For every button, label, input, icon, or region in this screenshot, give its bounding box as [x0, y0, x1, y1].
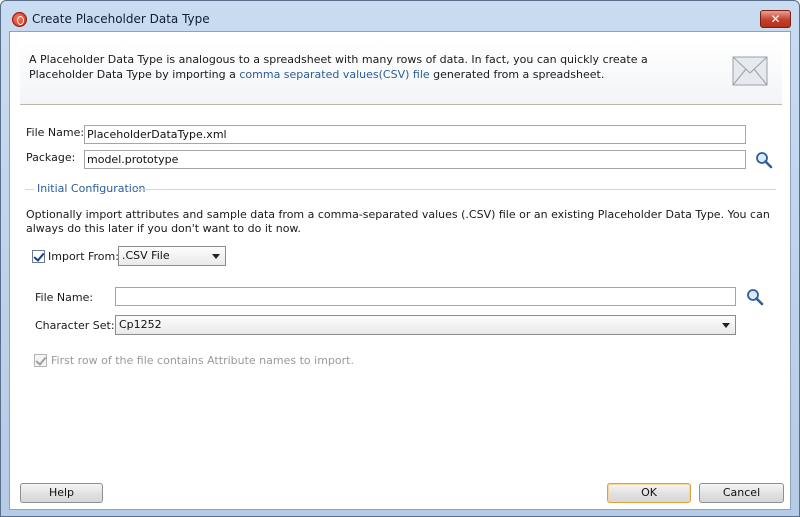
dialog-window: Create Placeholder Data Type ✕ A Placeho…: [0, 0, 800, 517]
chevron-down-icon: [212, 254, 220, 259]
file-name-label: File Name:: [26, 126, 85, 139]
envelope-icon: [732, 56, 768, 86]
initial-configuration-title: Initial Configuration: [37, 182, 146, 195]
close-button[interactable]: ✕: [760, 10, 791, 28]
close-icon: ✕: [770, 12, 781, 26]
csv-file-browse-search-icon[interactable]: [746, 288, 764, 306]
csv-file-link[interactable]: comma separated values(CSV) file: [239, 68, 429, 81]
group-divider: [136, 189, 776, 190]
import-from-checkbox[interactable]: [32, 250, 45, 263]
first-row-attribute-names-checkbox[interactable]: [34, 354, 47, 367]
import-from-selected-value: .CSV File: [122, 249, 170, 262]
ok-button[interactable]: OK: [607, 483, 691, 503]
character-set-selected-value: Cp1252: [119, 318, 162, 331]
header-panel: A Placeholder Data Type is analogous to …: [20, 41, 782, 105]
initial-config-description: Optionally import attributes and sample …: [26, 208, 770, 235]
title-bar[interactable]: Create Placeholder Data Type ✕: [1, 1, 799, 35]
character-set-label: Character Set:: [35, 319, 115, 332]
cancel-button[interactable]: Cancel: [699, 483, 784, 503]
first-row-attribute-names-label: First row of the file contains Attribute…: [51, 354, 354, 367]
group-divider-left: [25, 189, 34, 190]
package-input[interactable]: model.prototype: [84, 150, 746, 169]
file-name-input[interactable]: PlaceholderDataType.xml: [84, 125, 746, 144]
header-description: A Placeholder Data Type is analogous to …: [29, 52, 709, 82]
window-title: Create Placeholder Data Type: [32, 12, 210, 26]
help-button[interactable]: Help: [20, 483, 103, 503]
header-description-text-2: generated from a spreadsheet.: [429, 68, 605, 81]
import-from-label[interactable]: Import From:: [48, 250, 119, 263]
import-from-select[interactable]: .CSV File: [118, 246, 226, 266]
package-browse-search-icon[interactable]: [755, 151, 773, 169]
package-label: Package:: [26, 151, 76, 164]
csv-file-name-input[interactable]: [115, 287, 736, 306]
csv-file-name-label: File Name:: [35, 291, 94, 304]
oracle-app-icon: [12, 12, 27, 27]
chevron-down-icon: [722, 323, 730, 328]
character-set-select[interactable]: Cp1252: [115, 315, 736, 335]
dialog-client-area: A Placeholder Data Type is analogous to …: [9, 31, 791, 510]
